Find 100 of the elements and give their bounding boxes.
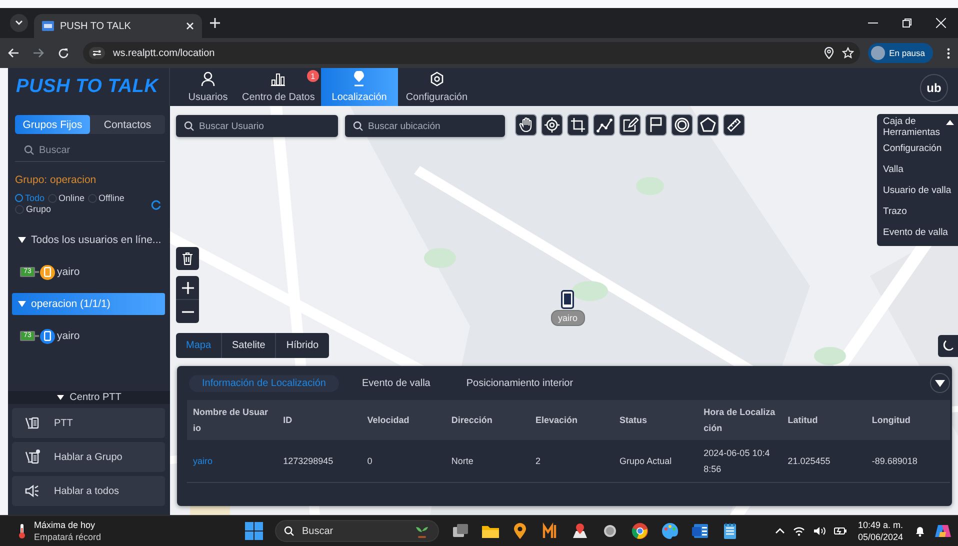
circle-app-icon[interactable] xyxy=(601,522,619,540)
panel-tab[interactable]: Posicionamiento interior xyxy=(453,374,586,392)
close-icon[interactable] xyxy=(936,18,946,28)
collapse-button[interactable] xyxy=(930,373,950,393)
site-info-icon[interactable] xyxy=(89,47,105,59)
taskbar-search-bar[interactable]: Buscar xyxy=(275,520,439,542)
profile-avatar xyxy=(871,46,886,60)
crop-tool[interactable] xyxy=(567,114,589,136)
group-name: operacion (1/1/1) xyxy=(31,298,110,310)
volume-icon[interactable] xyxy=(812,526,826,536)
assistant-icon[interactable] xyxy=(934,523,952,539)
battery-icon[interactable] xyxy=(834,526,847,536)
search-bar[interactable]: Buscar xyxy=(15,142,165,162)
map-type-tab[interactable]: Mapa xyxy=(176,333,222,358)
document-app-icon[interactable] xyxy=(691,522,709,540)
map-type-tab[interactable]: Satelite xyxy=(221,333,276,358)
map-icon[interactable] xyxy=(571,522,589,540)
filter-radio[interactable]: Todo xyxy=(15,193,45,203)
section-header[interactable]: Centro PTT xyxy=(8,391,170,404)
hand-tool[interactable] xyxy=(515,114,537,136)
column-header: Status xyxy=(620,414,648,427)
tab-title: PUSH TO TALK xyxy=(60,20,132,32)
user-search-input[interactable]: Buscar Usuario xyxy=(199,120,329,132)
toolbox-item[interactable]: Trazo xyxy=(883,201,958,222)
bell-icon[interactable] xyxy=(914,525,926,537)
app-icon[interactable] xyxy=(541,522,559,540)
column-header: Latitud xyxy=(788,414,818,427)
toolbox-item[interactable]: Configuración xyxy=(883,138,958,159)
nav-tab[interactable]: Centro de Datos 1 xyxy=(236,68,321,106)
browser-icon[interactable] xyxy=(631,522,649,540)
thermometer-icon[interactable] xyxy=(18,523,26,539)
back-icon[interactable] xyxy=(8,48,19,58)
search-icon xyxy=(284,526,294,536)
circle-tool[interactable] xyxy=(671,114,693,136)
clock[interactable]: 10:49 a. m. 05/06/2024 xyxy=(858,519,903,543)
toolbox-item[interactable]: Evento de valla xyxy=(883,222,958,243)
location-search-input[interactable]: Buscar ubicación xyxy=(368,120,498,132)
profile-button[interactable]: En pausa xyxy=(868,43,933,63)
restore-icon[interactable] xyxy=(902,18,912,28)
group-row[interactable]: Todos los usuarios en líne... xyxy=(12,229,165,251)
filter-radio[interactable]: Offline xyxy=(88,193,124,203)
user-search-bar[interactable]: Buscar Usuario xyxy=(176,115,338,137)
polyline-tool[interactable] xyxy=(593,114,615,136)
panel-tab[interactable]: Evento de valla xyxy=(348,374,444,392)
star-icon[interactable] xyxy=(842,47,854,59)
browser-tab[interactable]: PUSH TO TALK xyxy=(34,14,202,38)
plant-icon xyxy=(414,524,430,538)
user-name[interactable]: yairo xyxy=(57,330,80,342)
taskbar-search-input[interactable]: Buscar xyxy=(302,526,406,536)
dark-mode-button[interactable] xyxy=(938,335,958,357)
wifi-icon[interactable] xyxy=(792,526,805,536)
column-header: Nombre de Usuario xyxy=(193,406,269,435)
nav-tab[interactable]: Usuarios xyxy=(180,68,236,106)
trash-icon xyxy=(182,252,193,265)
ruler-tool[interactable] xyxy=(723,114,745,136)
toolbox-item[interactable]: Usuario de valla xyxy=(883,180,958,201)
delete-button[interactable] xyxy=(176,247,199,270)
weather-title[interactable]: Máxima de hoy xyxy=(34,519,102,531)
table-cell-text: 2024-06-05 10:48:56 xyxy=(704,447,771,476)
user-name[interactable]: yairo xyxy=(57,266,80,278)
flag-tool[interactable] xyxy=(645,114,667,136)
user-link[interactable]: yairo xyxy=(193,456,213,466)
weather-subtitle[interactable]: Empatará récord xyxy=(34,531,102,543)
column-header: ID xyxy=(283,414,292,427)
windows-icon[interactable] xyxy=(245,522,263,540)
pentagon-tool[interactable] xyxy=(697,114,719,136)
map-type-tab[interactable]: Híbrido xyxy=(275,333,329,358)
filter-radio[interactable]: Grupo xyxy=(15,204,52,214)
sidebar-tab[interactable]: Grupos Fijos xyxy=(15,115,90,134)
group-row[interactable]: operacion (1/1/1) xyxy=(12,293,165,315)
reload-icon[interactable] xyxy=(58,48,69,58)
close-icon[interactable] xyxy=(186,22,194,30)
caret-icon xyxy=(18,237,26,243)
chevron-up-icon[interactable] xyxy=(774,528,785,534)
column-header: Elevación xyxy=(535,414,578,427)
column-header: Velocidad xyxy=(367,414,410,427)
nav-tab[interactable]: Configuración xyxy=(400,68,474,106)
search-icon xyxy=(24,145,34,155)
paint-palette-icon[interactable] xyxy=(661,522,679,540)
task-view-icon[interactable] xyxy=(451,522,469,540)
caret-icon xyxy=(18,301,26,307)
more-icon[interactable] xyxy=(947,48,950,58)
refresh-icon[interactable] xyxy=(151,200,161,210)
target-tool[interactable] xyxy=(541,114,563,136)
tab-list-button[interactable] xyxy=(10,14,28,32)
search-icon xyxy=(184,121,194,131)
location-search-bar[interactable]: Buscar ubicación xyxy=(345,115,505,137)
column-header: Longitud xyxy=(872,414,910,427)
pencil-tool[interactable] xyxy=(619,114,641,136)
new-tab-icon[interactable] xyxy=(210,18,220,28)
forward-icon[interactable] xyxy=(33,48,44,58)
map-pin-icon[interactable] xyxy=(511,522,529,540)
notepad-icon[interactable] xyxy=(721,522,739,540)
toolbox-item[interactable]: Valla xyxy=(883,159,958,180)
user-avatar[interactable]: ub xyxy=(920,74,948,102)
filter-radio[interactable]: Online xyxy=(48,193,85,203)
toolbox-header[interactable]: Caja de Herramientas xyxy=(883,116,958,138)
location-pin-icon[interactable] xyxy=(824,47,834,59)
sidebar-tab[interactable]: Contactos xyxy=(90,115,165,134)
search-input[interactable]: Buscar xyxy=(39,144,149,156)
